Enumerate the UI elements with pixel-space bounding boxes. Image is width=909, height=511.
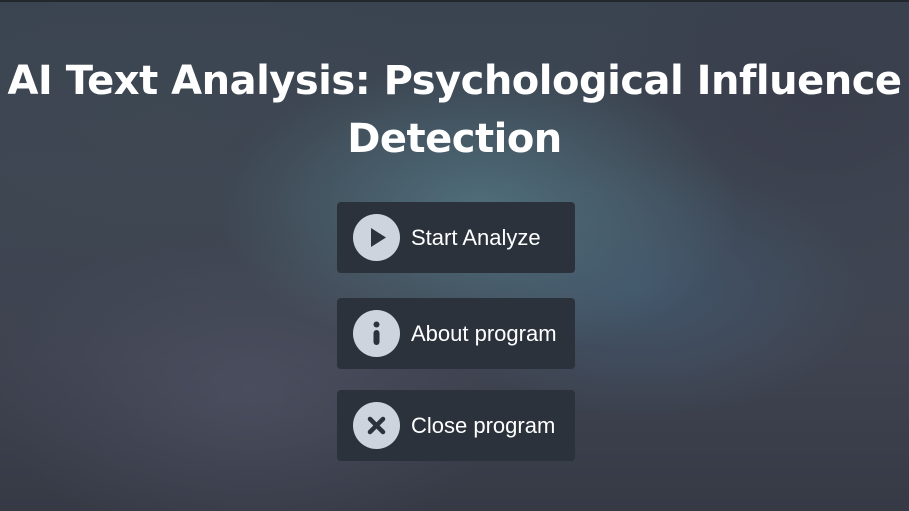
info-icon — [353, 310, 400, 357]
about-program-button[interactable]: About program — [337, 298, 575, 369]
window-top-border — [0, 0, 909, 2]
close-icon — [353, 402, 400, 449]
start-analyze-button[interactable]: Start Analyze — [337, 202, 575, 273]
start-analyze-label: Start Analyze — [411, 225, 541, 250]
close-program-button[interactable]: Close program — [337, 390, 575, 461]
about-program-label: About program — [411, 321, 557, 346]
close-program-label: Close program — [411, 413, 556, 438]
app-title: AI Text Analysis: Psychological Influenc… — [7, 58, 902, 162]
play-icon — [353, 214, 400, 261]
